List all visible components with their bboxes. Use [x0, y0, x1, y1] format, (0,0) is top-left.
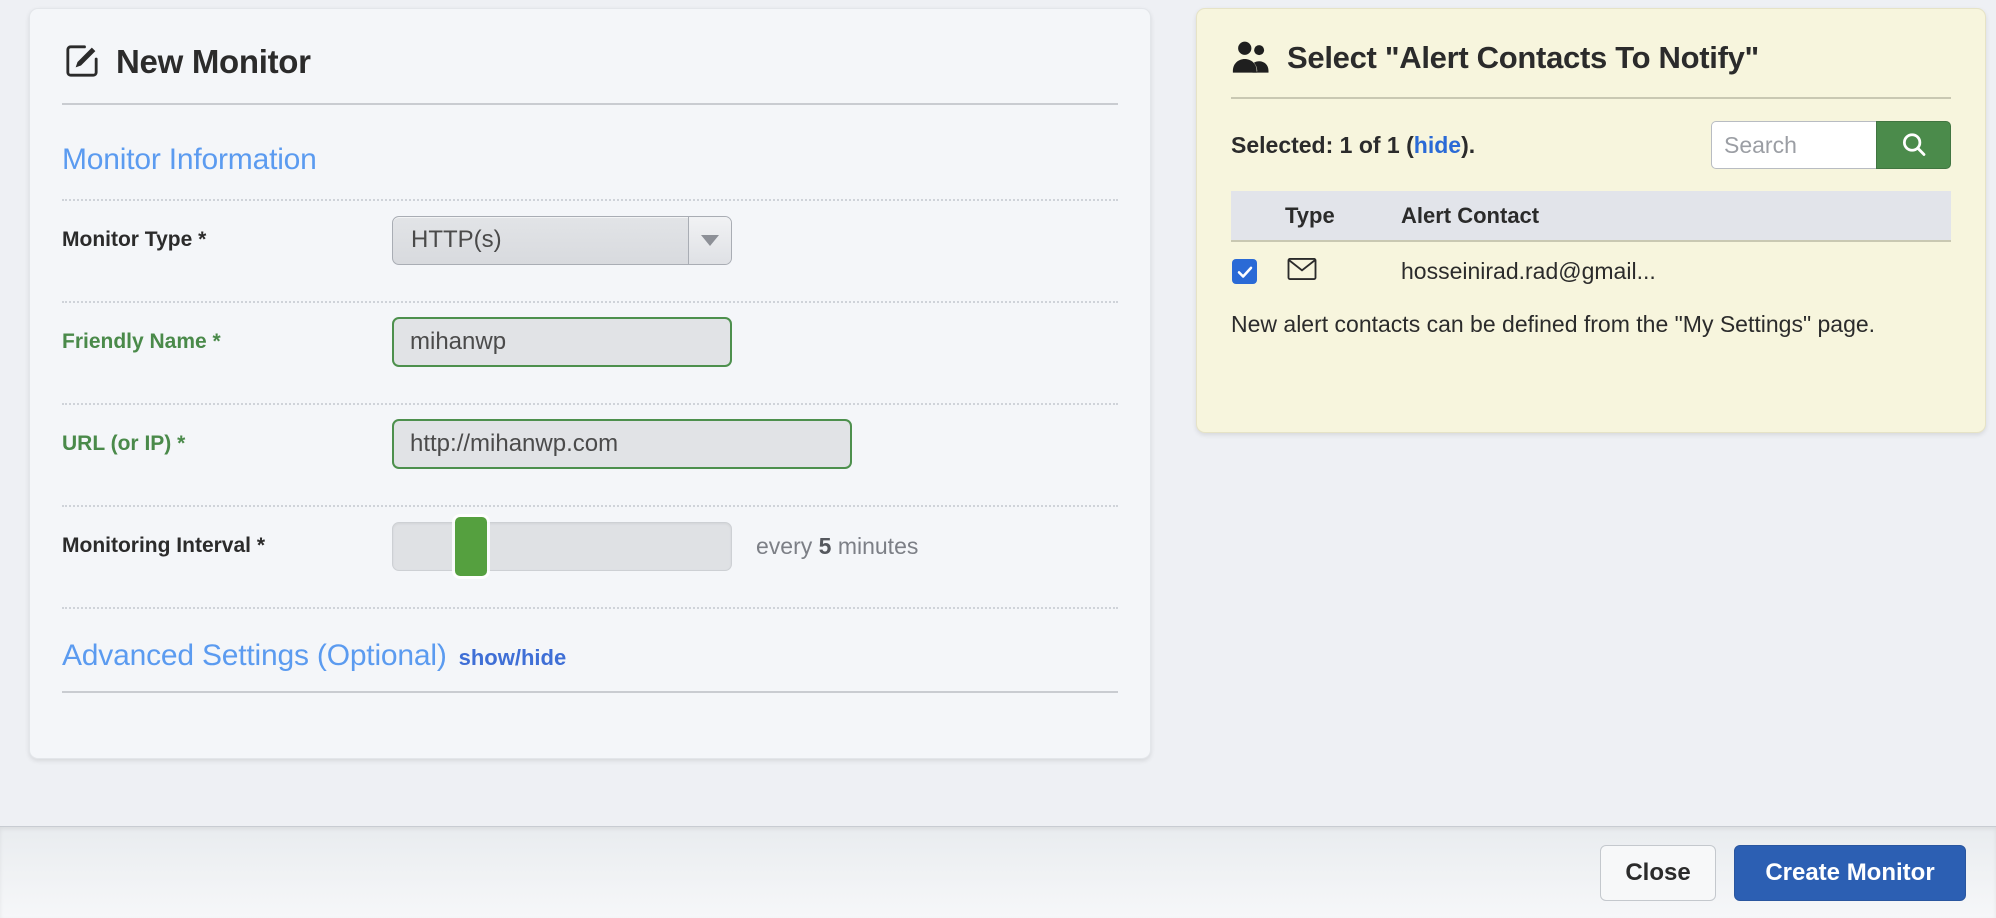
advanced-settings-title[interactable]: Advanced Settings (Optional) — [62, 639, 447, 673]
label-friendly-name: Friendly Name * — [62, 330, 221, 353]
monitor-type-select[interactable]: HTTP(s) — [392, 215, 732, 265]
monitoring-interval-value: every 5 minutes — [756, 533, 918, 560]
label-monitoring-interval: Monitoring Interval * — [62, 534, 266, 557]
hide-link[interactable]: hide — [1414, 132, 1461, 158]
row-contact-cell: hosseinirad.rad@gmail... — [1401, 258, 1656, 284]
caret-glyph — [701, 234, 719, 246]
field-row-friendly-name: Friendly Name * — [30, 303, 1150, 381]
selected-count-text: Selected: 1 of 1 (hide). — [1231, 132, 1475, 159]
label-url: URL (or IP) * — [62, 432, 186, 455]
advanced-divider — [62, 691, 1118, 693]
table-body: hosseinirad.rad@gmail... — [1231, 241, 1951, 301]
field-row-monitor-type: Monitor Type * HTTP(s) — [30, 201, 1150, 279]
edit-square-icon — [62, 41, 102, 81]
column-header-alert-contact: Alert Contact — [1383, 191, 1951, 242]
dialog-footer: Close Create Monitor — [0, 826, 1996, 918]
alert-contacts-header: Select "Alert Contacts To Notify" — [1197, 9, 1985, 75]
search-button[interactable] — [1876, 121, 1951, 169]
contact-checkbox[interactable] — [1232, 259, 1257, 284]
friendly-name-input[interactable] — [392, 317, 732, 367]
search-input[interactable] — [1711, 121, 1876, 169]
interval-prefix: every — [756, 532, 819, 559]
advanced-settings-row[interactable]: Advanced Settings (Optional) show/hide — [30, 609, 1150, 673]
label-monitor-type: Monitor Type * — [62, 228, 207, 251]
table-row[interactable]: hosseinirad.rad@gmail... — [1231, 241, 1951, 301]
close-button[interactable]: Close — [1600, 844, 1716, 901]
interval-suffix: minutes — [831, 532, 919, 559]
table-header-row: Type Alert Contact — [1231, 191, 1951, 242]
new-monitor-dialog: New Monitor Monitor Information Monitor … — [0, 0, 1996, 918]
row-type-cell — [1273, 241, 1383, 301]
selected-prefix: Selected: 1 of 1 ( — [1231, 131, 1414, 158]
panel-header: New Monitor — [30, 9, 1150, 81]
column-header-type: Type — [1273, 191, 1383, 242]
field-row-url: URL (or IP) * — [30, 405, 1150, 483]
alert-contacts-table: Type Alert Contact hosseinirad.rad@gmail… — [1231, 191, 1951, 301]
search-group — [1711, 121, 1951, 169]
alert-contacts-title: Select "Alert Contacts To Notify" — [1287, 39, 1759, 75]
create-monitor-button[interactable]: Create Monitor — [1734, 844, 1966, 901]
check-icon — [1237, 266, 1252, 278]
users-icon — [1231, 39, 1271, 75]
monitor-type-value: HTTP(s) — [411, 226, 502, 253]
url-input[interactable] — [392, 419, 852, 469]
selected-suffix: ). — [1461, 131, 1476, 158]
interval-number: 5 — [818, 532, 832, 559]
search-icon — [1902, 133, 1925, 156]
slider-handle[interactable] — [454, 516, 487, 576]
field-row-monitoring-interval: Monitoring Interval * every 5 minutes — [30, 507, 1150, 585]
monitoring-interval-slider[interactable] — [392, 516, 732, 576]
chevron-down-icon[interactable] — [688, 216, 731, 264]
row-select-cell — [1231, 241, 1273, 301]
header-divider — [62, 103, 1118, 105]
selected-summary-row: Selected: 1 of 1 (hide). — [1197, 99, 1985, 169]
advanced-settings-toggle[interactable]: show/hide — [459, 645, 567, 671]
alert-contacts-note: New alert contacts can be defined from t… — [1231, 311, 1876, 337]
monitor-information-panel: New Monitor Monitor Information Monitor … — [29, 8, 1151, 759]
table-head: Type Alert Contact — [1231, 191, 1951, 242]
alert-contacts-panel: Select "Alert Contacts To Notify" Select… — [1196, 8, 1986, 433]
envelope-icon — [1287, 257, 1317, 280]
page-title: New Monitor — [116, 42, 311, 80]
column-header-select — [1231, 191, 1273, 242]
section-title-monitor-information: Monitor Information — [62, 143, 317, 176]
